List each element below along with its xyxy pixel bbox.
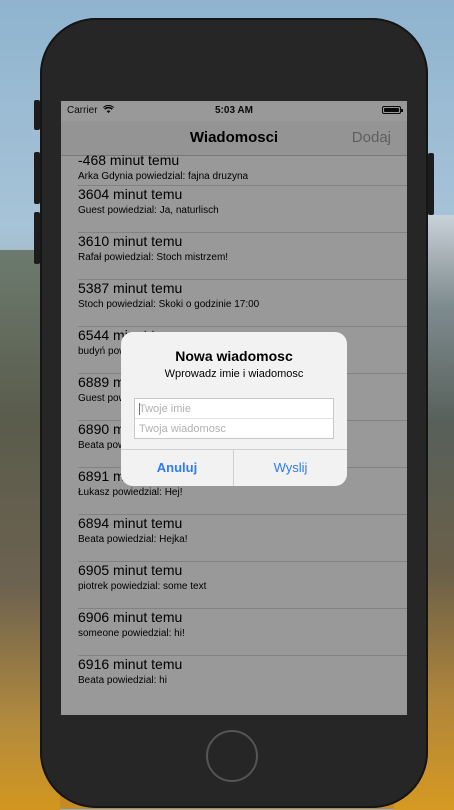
- mute-switch: [34, 100, 40, 130]
- volume-up-button: [34, 152, 40, 204]
- alert-title: Nowa wiadomosc: [175, 348, 293, 364]
- send-button[interactable]: Wyslij: [234, 449, 347, 486]
- text-cursor: [139, 403, 140, 415]
- alert-fields: [134, 398, 334, 439]
- home-button[interactable]: [206, 730, 258, 782]
- message-field[interactable]: [135, 419, 333, 439]
- new-message-alert: Nowa wiadomosc Wprowadz imie i wiadomosc…: [121, 332, 347, 486]
- cancel-button[interactable]: Anuluj: [121, 449, 233, 486]
- volume-down-button: [34, 212, 40, 264]
- app-screen: Carrier 5:03 AM Wiadomosci Dodaj -468 mi…: [61, 101, 407, 715]
- name-field[interactable]: [135, 399, 333, 419]
- power-button: [428, 153, 434, 215]
- alert-message: Wprowadz imie i wiadomosc: [164, 368, 304, 380]
